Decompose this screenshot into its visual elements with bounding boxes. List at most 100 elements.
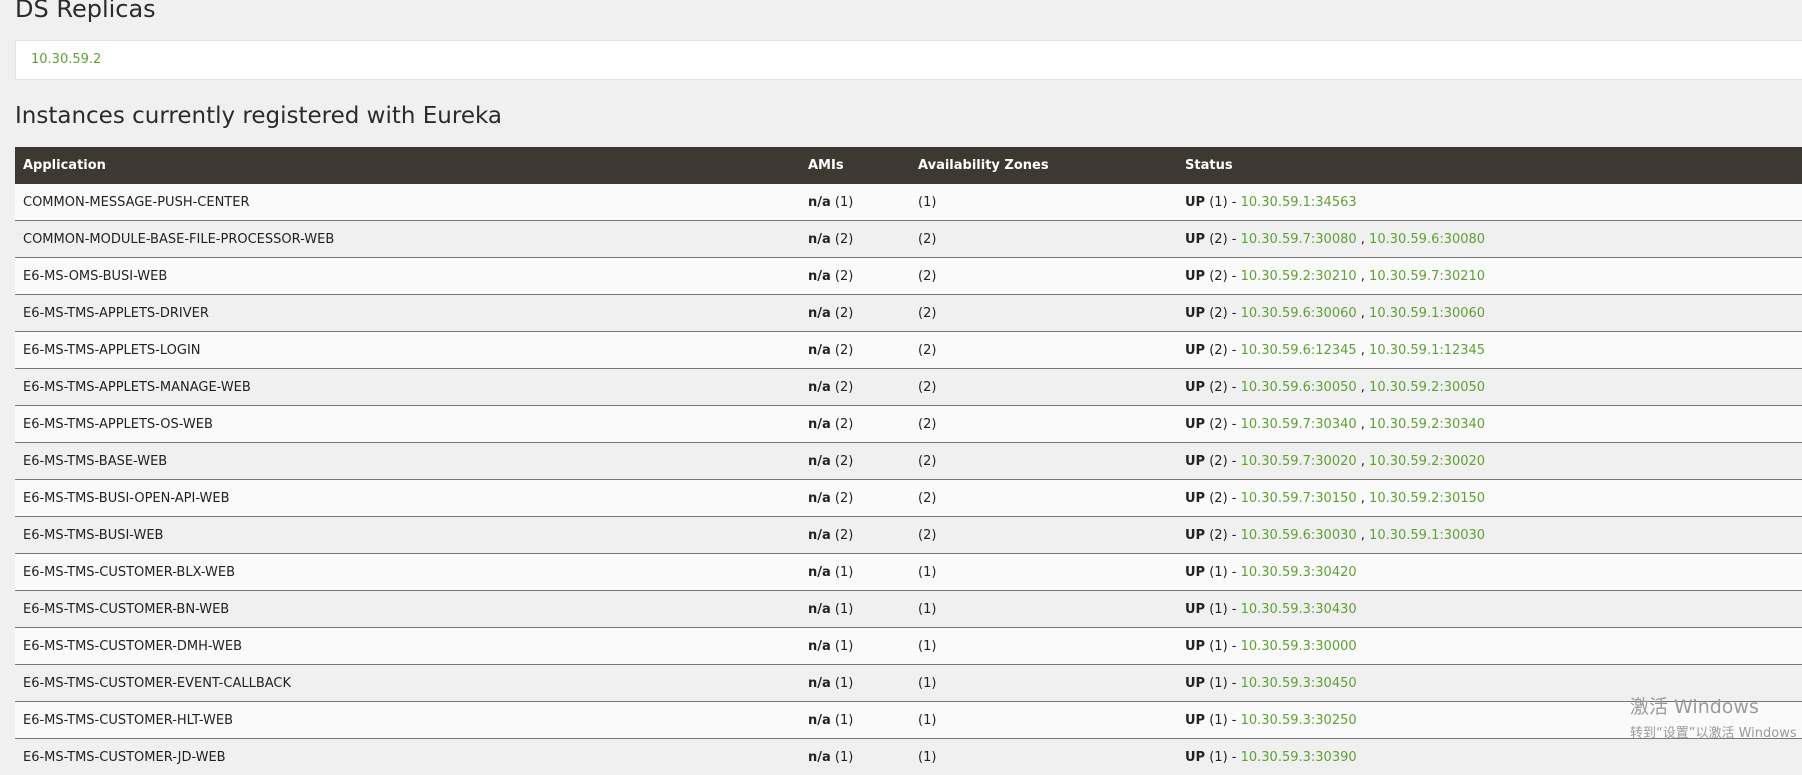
table-header-row: Application AMIs Availability Zones Stat…	[15, 147, 1802, 184]
status-cell: UP (1) - 10.30.59.1:34563	[1177, 184, 1802, 221]
ami-value: n/a	[808, 453, 831, 469]
instance-link[interactable]: 10.30.59.3:30430	[1241, 602, 1357, 617]
table-row: E6-MS-TMS-CUSTOMER-BN-WEB n/a (1) (1) UP (1…	[15, 590, 1802, 628]
link-separator: ,	[1356, 490, 1370, 506]
instance-link[interactable]: 10.30.59.3:30450	[1241, 676, 1357, 691]
status-count: (1) -	[1209, 749, 1241, 765]
status-badge: UP	[1185, 638, 1206, 654]
ami-count: (1)	[834, 749, 854, 765]
ami-value: n/a	[808, 749, 831, 765]
ds-replicas-list: 10.30.59.2	[15, 40, 1802, 80]
status-badge: UP	[1185, 194, 1206, 210]
instance-link[interactable]: 10.30.59.7:30020	[1241, 454, 1357, 469]
ami-count: (2)	[834, 527, 854, 543]
status-badge: UP	[1185, 601, 1206, 617]
replica-link[interactable]: 10.30.59.2	[31, 52, 101, 67]
status-count: (1) -	[1209, 194, 1241, 210]
instance-link[interactable]: 10.30.59.2:30150	[1369, 491, 1485, 506]
table-row: E6-MS-TMS-CUSTOMER-BLX-WEB n/a (1) (1) UP (…	[15, 553, 1802, 591]
status-count: (1) -	[1209, 564, 1241, 580]
application-name: E6-MS-TMS-CUSTOMER-DMH-WEB	[15, 627, 800, 665]
ami-value: n/a	[808, 712, 831, 728]
ami-value: n/a	[808, 675, 831, 691]
ami-cell: n/a (2)	[800, 368, 910, 406]
instance-link[interactable]: 10.30.59.1:34563	[1241, 195, 1357, 210]
instance-link[interactable]: 10.30.59.3:30250	[1241, 713, 1357, 728]
table-row: E6-MS-TMS-CUSTOMER-HLT-WEB n/a (1) (1) UP (…	[15, 701, 1802, 739]
link-separator: ,	[1356, 379, 1370, 395]
header-amis[interactable]: AMIs	[800, 147, 910, 184]
status-count: (1) -	[1209, 712, 1241, 728]
ami-count: (1)	[834, 712, 854, 728]
instance-link[interactable]: 10.30.59.7:30210	[1369, 269, 1485, 284]
header-application[interactable]: Application	[15, 147, 800, 184]
instance-link[interactable]: 10.30.59.1:12345	[1369, 343, 1485, 358]
instance-link[interactable]: 10.30.59.7:30340	[1241, 417, 1357, 432]
status-count: (1) -	[1209, 675, 1241, 691]
application-name: E6-MS-TMS-APPLETS-DRIVER	[15, 294, 800, 332]
application-name: E6-MS-OMS-BUSI-WEB	[15, 257, 800, 295]
table-row: E6-MS-TMS-APPLETS-OS-WEB n/a (2) (2) UP (2)…	[15, 405, 1802, 443]
instance-link[interactable]: 10.30.59.6:12345	[1241, 343, 1357, 358]
ami-value: n/a	[808, 231, 831, 247]
instance-link[interactable]: 10.30.59.1:30030	[1369, 528, 1485, 543]
status-cell: UP (1) - 10.30.59.3:30390	[1177, 738, 1802, 775]
status-cell: UP (1) - 10.30.59.3:30000	[1177, 627, 1802, 665]
zone-count: (1)	[910, 738, 1177, 775]
windows-activation-watermark: 激活 Windows	[1630, 696, 1759, 718]
link-separator: ,	[1356, 527, 1370, 543]
ami-cell: n/a (2)	[800, 220, 910, 258]
windows-activation-hint: 转到“设置”以激活 Windows	[1630, 726, 1797, 741]
zone-count: (1)	[910, 701, 1177, 739]
ami-count: (2)	[834, 453, 854, 469]
application-name: COMMON-MESSAGE-PUSH-CENTER	[15, 184, 800, 221]
header-zones[interactable]: Availability Zones	[910, 147, 1177, 184]
zone-count: (1)	[910, 184, 1177, 221]
ami-cell: n/a (1)	[800, 738, 910, 775]
instance-link[interactable]: 10.30.59.2:30210	[1241, 269, 1357, 284]
instance-link[interactable]: 10.30.59.6:30060	[1241, 306, 1357, 321]
instance-link[interactable]: 10.30.59.6:30030	[1241, 528, 1357, 543]
zone-count: (1)	[910, 590, 1177, 628]
table-row: E6-MS-TMS-APPLETS-DRIVER n/a (2) (2) UP (2)…	[15, 294, 1802, 332]
application-name: COMMON-MODULE-BASE-FILE-PROCESSOR-WEB	[15, 220, 800, 258]
ami-value: n/a	[808, 564, 831, 580]
instance-link[interactable]: 10.30.59.3:30420	[1241, 565, 1357, 580]
status-count: (1) -	[1209, 638, 1241, 654]
instance-link[interactable]: 10.30.59.3:30000	[1241, 639, 1357, 654]
ami-count: (2)	[834, 379, 854, 395]
ami-cell: n/a (2)	[800, 442, 910, 480]
instance-link[interactable]: 10.30.59.1:30060	[1369, 306, 1485, 321]
ami-cell: n/a (1)	[800, 627, 910, 665]
ami-cell: n/a (1)	[800, 184, 910, 221]
instance-link[interactable]: 10.30.59.2:30050	[1369, 380, 1485, 395]
zone-count: (1)	[910, 627, 1177, 665]
instance-link[interactable]: 10.30.59.6:30050	[1241, 380, 1357, 395]
application-name: E6-MS-TMS-BASE-WEB	[15, 442, 800, 480]
instance-link[interactable]: 10.30.59.7:30150	[1241, 491, 1357, 506]
status-count: (2) -	[1209, 342, 1241, 358]
ami-count: (2)	[834, 416, 854, 432]
instance-link[interactable]: 10.30.59.6:30080	[1369, 232, 1485, 247]
status-cell: UP (2) - 10.30.59.6:30060 , 10.30.59.1:3…	[1177, 294, 1802, 332]
ami-cell: n/a (1)	[800, 553, 910, 591]
zone-count: (1)	[910, 553, 1177, 591]
ami-value: n/a	[808, 305, 831, 321]
ami-count: (1)	[834, 601, 854, 617]
table-row: E6-MS-TMS-BUSI-OPEN-API-WEB n/a (2) (2) UP …	[15, 479, 1802, 517]
instance-link[interactable]: 10.30.59.7:30080	[1241, 232, 1357, 247]
zone-count: (2)	[910, 220, 1177, 258]
instance-link[interactable]: 10.30.59.2:30020	[1369, 454, 1485, 469]
status-badge: UP	[1185, 268, 1206, 284]
status-cell: UP (2) - 10.30.59.6:12345 , 10.30.59.1:1…	[1177, 331, 1802, 369]
instance-link[interactable]: 10.30.59.3:30390	[1241, 750, 1357, 765]
application-name: E6-MS-TMS-BUSI-OPEN-API-WEB	[15, 479, 800, 517]
instances-table-wrap: Application AMIs Availability Zones Stat…	[15, 147, 1802, 775]
ds-replicas-title: DS Replicas	[15, 0, 156, 23]
header-status[interactable]: Status	[1177, 147, 1802, 184]
status-cell: UP (1) - 10.30.59.3:30420	[1177, 553, 1802, 591]
ami-cell: n/a (2)	[800, 405, 910, 443]
zone-count: (2)	[910, 405, 1177, 443]
table-row: E6-MS-TMS-APPLETS-LOGIN n/a (2) (2) UP (2) …	[15, 331, 1802, 369]
instance-link[interactable]: 10.30.59.2:30340	[1369, 417, 1485, 432]
